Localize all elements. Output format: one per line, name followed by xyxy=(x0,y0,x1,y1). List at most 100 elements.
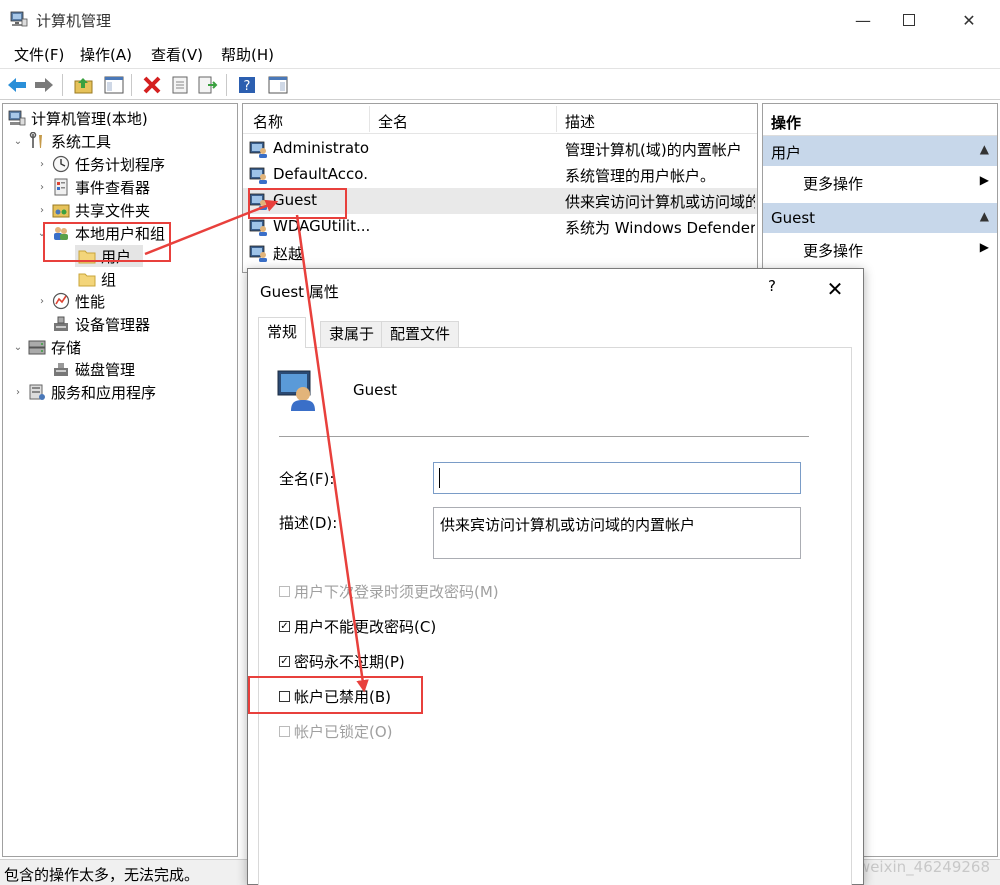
action-label: 更多操作 xyxy=(803,175,864,193)
fullname-label: 全名(F): xyxy=(279,470,335,488)
tree-item-groups[interactable]: 组 xyxy=(75,268,116,290)
tree-label: 磁盘管理 xyxy=(75,360,136,379)
help-question-button[interactable]: ? xyxy=(768,277,788,301)
collapse-caret-icon[interactable]: ▲ xyxy=(980,209,989,223)
checkbox-box[interactable] xyxy=(279,586,290,597)
user-name: DefaultAcco... xyxy=(273,165,369,183)
chevron-right-icon[interactable]: › xyxy=(35,159,49,170)
tree-label: 服务和应用程序 xyxy=(51,383,157,402)
user-description: 系统为 Windows Defender 应 xyxy=(565,219,755,237)
close-icon: ✕ xyxy=(826,277,844,301)
annotation-box-users-node xyxy=(43,222,171,262)
annotation-box-guest-row xyxy=(248,188,347,219)
column-divider[interactable] xyxy=(556,106,557,132)
general-tab-panel: Guest 全名(F): 描述(D): 供来宾访问计算机或访问域的内置帐户 用户… xyxy=(258,347,852,885)
performance-icon xyxy=(51,291,71,311)
computer-management-icon xyxy=(10,11,28,27)
back-button[interactable] xyxy=(6,74,28,96)
checkbox-label: 密码永不过期(P) xyxy=(294,653,405,671)
toolbar: ? xyxy=(0,68,1000,100)
delete-button[interactable] xyxy=(141,74,163,96)
chevron-right-icon[interactable]: › xyxy=(35,182,49,193)
tree-item-root[interactable]: 计算机管理(本地) xyxy=(5,107,148,129)
user-display-name: Guest xyxy=(353,381,398,399)
up-level-button[interactable] xyxy=(73,74,95,96)
checkbox-account-locked[interactable]: 帐户已锁定(O) xyxy=(279,721,393,742)
export-list-button[interactable] xyxy=(197,74,219,96)
checkbox-cannot-change-password[interactable]: ✓ 用户不能更改密码(C) xyxy=(279,616,436,637)
menu-file[interactable]: 文件(F) xyxy=(14,44,64,65)
tab-general[interactable]: 常规 xyxy=(258,317,307,348)
action-label: 更多操作 xyxy=(803,242,864,260)
disk-icon xyxy=(51,359,71,379)
tree-item-task-scheduler[interactable]: › 任务计划程序 xyxy=(35,153,165,175)
tree-label: 计算机管理(本地) xyxy=(31,109,148,128)
checkbox-box[interactable]: ✓ xyxy=(279,656,290,667)
tree-item-disk-management[interactable]: 磁盘管理 xyxy=(49,358,135,380)
column-header-description[interactable]: 描述 xyxy=(565,111,595,132)
tree-item-system-tools[interactable]: ⌄ 系统工具 xyxy=(11,130,111,152)
maximize-button[interactable] xyxy=(886,4,932,36)
tree-item-shared-folders[interactable]: › 共享文件夹 xyxy=(35,199,150,221)
folder-up-icon xyxy=(74,78,93,94)
tree-item-performance[interactable]: › 性能 xyxy=(35,290,105,312)
text-caret xyxy=(439,468,440,488)
dialog-close-button[interactable]: ✕ xyxy=(820,275,850,303)
chevron-down-icon[interactable]: ⌄ xyxy=(11,342,25,353)
description-input[interactable]: 供来宾访问计算机或访问域的内置帐户 xyxy=(433,507,801,559)
console-tree-icon xyxy=(104,76,124,94)
submenu-arrow-icon: ▶ xyxy=(979,240,989,254)
folder-icon xyxy=(77,269,97,289)
table-row[interactable]: Administrator 管理计算机(域)的内置帐户 xyxy=(243,136,757,162)
close-button[interactable]: ✕ xyxy=(946,4,992,36)
actions-group-users[interactable]: 用户 ▲ xyxy=(763,136,997,166)
chevron-right-icon[interactable]: › xyxy=(35,296,49,307)
show-action-pane-button[interactable] xyxy=(267,74,289,96)
table-row[interactable]: 赵越 xyxy=(243,240,757,266)
help-button[interactable]: ? xyxy=(236,74,258,96)
chevron-down-icon[interactable]: ⌄ xyxy=(11,136,25,147)
chevron-right-icon[interactable]: › xyxy=(11,387,25,398)
checkbox-box[interactable] xyxy=(279,726,290,737)
more-actions-guest[interactable]: 更多操作 ▶ xyxy=(763,235,997,263)
forward-button[interactable] xyxy=(33,74,55,96)
tree-label: 共享文件夹 xyxy=(75,201,151,220)
properties-button[interactable] xyxy=(169,74,191,96)
show-hide-tree-button[interactable] xyxy=(103,74,125,96)
fullname-input[interactable] xyxy=(433,462,801,494)
menu-action[interactable]: 操作(A) xyxy=(80,44,132,65)
more-actions-users[interactable]: 更多操作 ▶ xyxy=(763,168,997,196)
export-list-icon xyxy=(198,76,218,94)
column-header-name[interactable]: 名称 xyxy=(253,111,283,132)
tree-item-services-apps[interactable]: › 服务和应用程序 xyxy=(11,381,156,403)
tree-item-event-viewer[interactable]: › 事件查看器 xyxy=(35,176,150,198)
user-description: 供来宾访问计算机或访问域的 xyxy=(565,193,755,211)
table-row[interactable]: DefaultAcco... 系统管理的用户帐户。 xyxy=(243,162,757,188)
menu-view[interactable]: 查看(V) xyxy=(151,44,203,65)
column-header-fullname[interactable]: 全名 xyxy=(378,111,408,132)
actions-title: 操作 xyxy=(763,106,997,136)
checkbox-must-change-password[interactable]: 用户下次登录时须更改密码(M) xyxy=(279,581,499,602)
chevron-right-icon[interactable]: › xyxy=(35,205,49,216)
minimize-button[interactable]: — xyxy=(840,4,886,36)
collapse-caret-icon[interactable]: ▲ xyxy=(980,142,989,156)
help-icon: ? xyxy=(239,77,255,94)
checkbox-password-never-expires[interactable]: ✓ 密码永不过期(P) xyxy=(279,651,405,672)
checkbox-label: 帐户已锁定(O) xyxy=(294,723,393,741)
tree-item-device-manager[interactable]: 设备管理器 xyxy=(49,313,150,335)
tab-member-of[interactable]: 隶属于 xyxy=(320,321,384,347)
user-icon xyxy=(249,245,267,262)
submenu-arrow-icon: ▶ xyxy=(979,173,989,187)
menu-help[interactable]: 帮助(H) xyxy=(221,44,274,65)
tree-item-storage[interactable]: ⌄ 存储 xyxy=(11,336,81,358)
minimize-icon: — xyxy=(855,10,871,30)
column-divider[interactable] xyxy=(369,106,370,132)
console-tree: 计算机管理(本地) ⌄ 系统工具 › 任务计划程序 › 事件查看器 › 共享文件… xyxy=(2,103,238,857)
tab-profile[interactable]: 配置文件 xyxy=(381,321,460,347)
user-name: WDAGUtilit... xyxy=(273,217,369,235)
svg-text:?: ? xyxy=(244,79,251,94)
clock-icon xyxy=(51,154,71,174)
services-icon xyxy=(27,382,47,402)
checkbox-box[interactable]: ✓ xyxy=(279,621,290,632)
actions-group-guest[interactable]: Guest ▲ xyxy=(763,203,997,233)
